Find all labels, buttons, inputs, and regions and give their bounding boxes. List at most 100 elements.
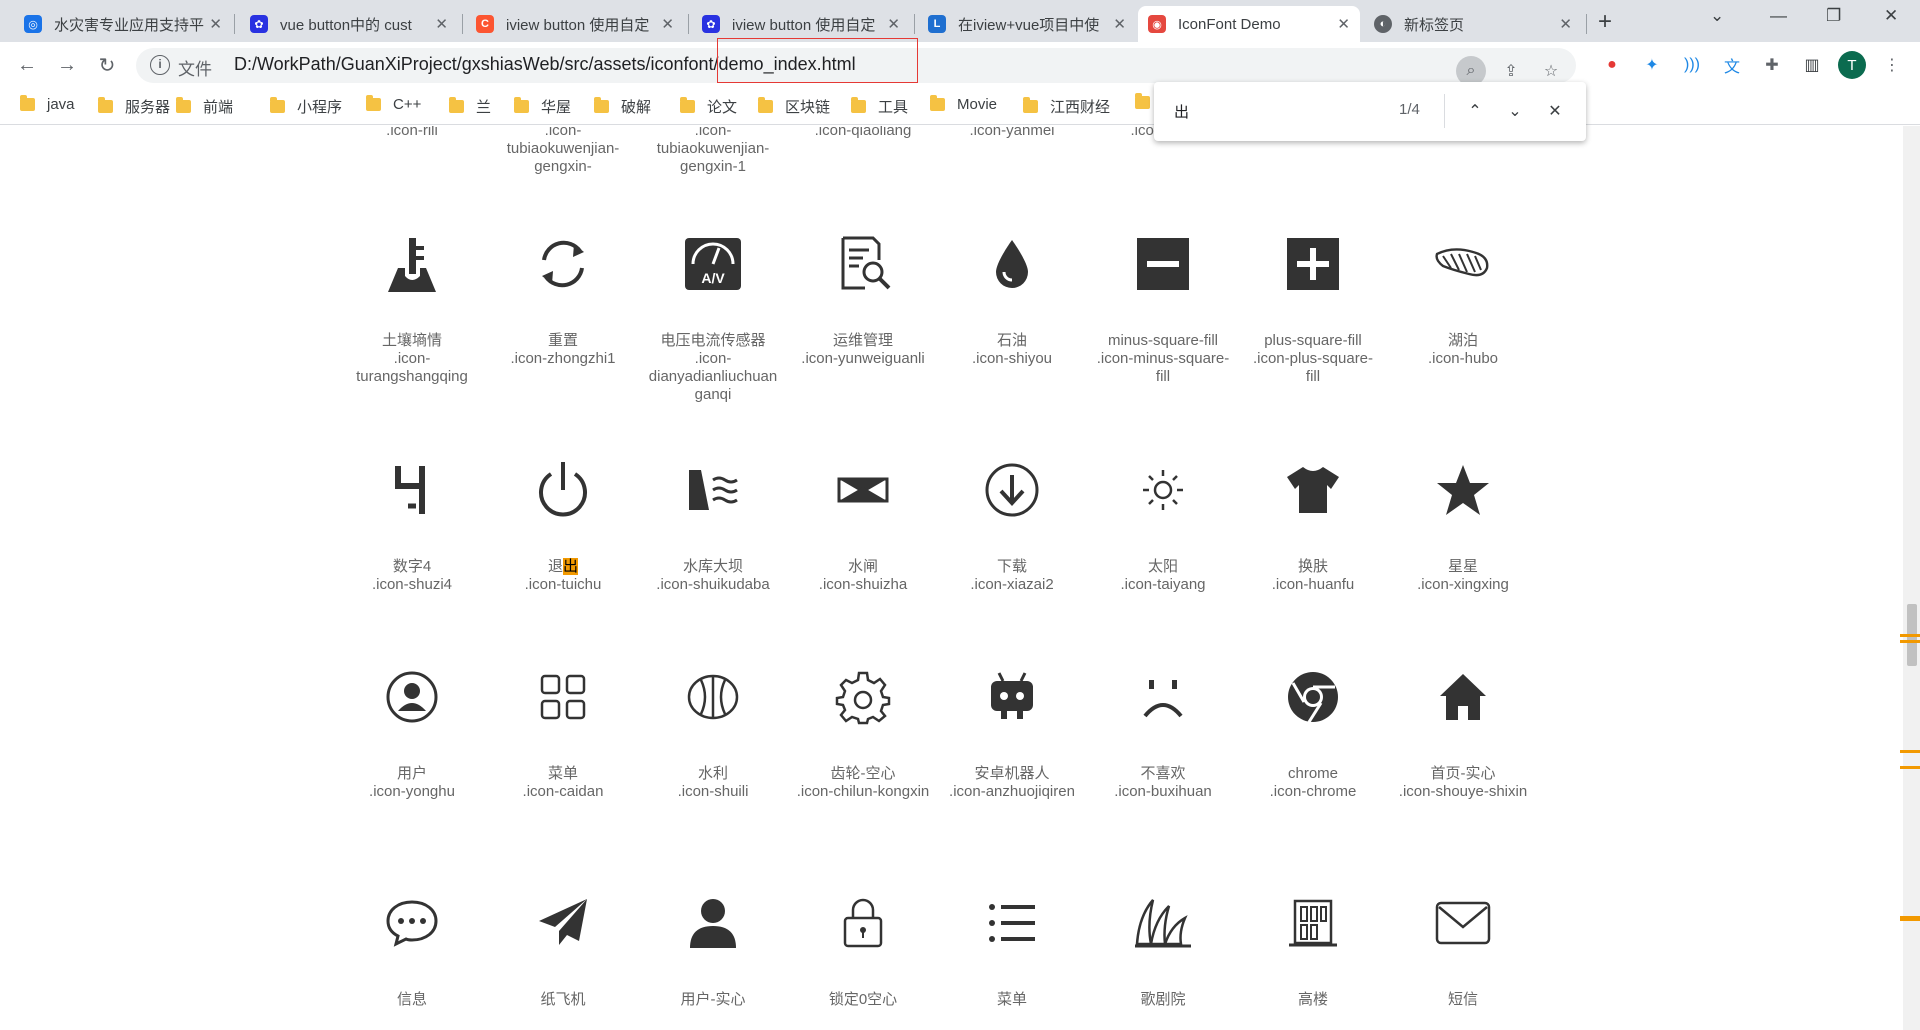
bookmark-folder[interactable]: 华屋 [514, 96, 571, 117]
minimize-icon[interactable]: — [1770, 6, 1787, 26]
ext-bird-icon[interactable]: ✦ [1640, 53, 1664, 77]
icon-class-name: .icon-tubiaokuwenjian-gengxin- [506, 126, 620, 175]
bookmarks-bar: java 服务器 前端 小程序 C++ 兰 华屋 破解 论文 区块链 工具 Movie 江西财经 [0, 89, 1920, 125]
folder-icon [680, 97, 695, 113]
bookmark-folder[interactable]: 前端 [176, 96, 233, 117]
close-icon[interactable]: ✕ [1337, 15, 1350, 33]
bookmark-folder[interactable]: 工具 [851, 96, 908, 117]
close-icon[interactable]: ✕ [209, 15, 222, 33]
icon-display-name: 纸飞机 [540, 991, 586, 1008]
close-icon[interactable]: ✕ [661, 15, 674, 33]
close-icon[interactable]: ✕ [887, 15, 900, 33]
extensions-puzzle-icon[interactable]: ✚ [1760, 53, 1784, 77]
icon-display-name: 歌剧院 [1140, 991, 1186, 1008]
info-icon[interactable]: i [150, 55, 170, 75]
more-menu-icon[interactable]: ⋮ [1880, 53, 1904, 77]
tab-iview-vue[interactable]: L 在iview+vue项目中使 ✕ [918, 6, 1136, 42]
hydro-icon: ◎ [24, 15, 42, 33]
bookmark-folder[interactable]: 江西财经 [1023, 96, 1110, 117]
icon-display-name: 信息 [396, 991, 427, 1008]
tab-vue-button[interactable]: ✿ vue button中的 cust ✕ [240, 6, 458, 42]
bookmark-folder[interactable]: Movie [930, 95, 998, 113]
icon-card: 歌剧院 [1088, 885, 1238, 1009]
icon-card: 用户 .icon-yonghu [337, 659, 487, 801]
bookmark-folder[interactable]: java [20, 95, 75, 113]
close-window-icon[interactable]: ✕ [1884, 6, 1898, 26]
icon-display-name: 安卓机器人 [974, 765, 1050, 782]
folder-icon [270, 97, 285, 113]
bookmark-label: 服务器 [125, 99, 171, 116]
bookmark-folder[interactable]: 论文 [680, 96, 737, 117]
icon-display-name: 用户-实心 [680, 991, 746, 1008]
file-scheme-label: 文件 [178, 60, 212, 79]
dam-icon [689, 470, 738, 510]
digit-four-icon [337, 452, 487, 528]
ext-audio-icon[interactable]: ))) [1680, 53, 1704, 77]
icon-card: .icon-yanmei [937, 126, 1087, 140]
icon-display-name: 用户 [396, 765, 427, 782]
icon-display-name: 数字4 [392, 558, 432, 575]
restore-icon[interactable]: ❐ [1826, 6, 1841, 26]
back-arrow-icon[interactable]: ← [12, 50, 42, 80]
find-match-marker [1900, 640, 1920, 643]
envelope-icon [1388, 885, 1538, 961]
icon-card: 安卓机器人 .icon-anzhuojiqiren [937, 659, 1087, 801]
icon-class-name: .icon-caidan [522, 783, 604, 800]
bookmark-folder[interactable]: 破解 [594, 96, 651, 117]
icon-card: 土壤墒情 .icon-turangshangqing [337, 226, 487, 386]
find-close-icon[interactable]: ✕ [1540, 96, 1570, 126]
icon-display-name: 退出 [547, 558, 579, 575]
forward-arrow-icon[interactable]: → [52, 50, 82, 80]
icon-card: 石油 .icon-shiyou [937, 226, 1087, 368]
icon-display-name: plus-square-fill [1264, 332, 1362, 349]
close-icon[interactable]: ✕ [435, 15, 448, 33]
icon-card: .icon-tubiaokuwenjian-gengxin- [488, 126, 638, 176]
new-tab-button[interactable]: + [1598, 8, 1612, 36]
side-panel-icon[interactable]: ▥ [1800, 53, 1824, 77]
oil-drop-icon [996, 240, 1028, 288]
profile-avatar[interactable]: T [1838, 51, 1866, 79]
icon-card: 不喜欢 .icon-buxihuan [1088, 659, 1238, 801]
icon-card: 纸飞机 [488, 885, 638, 1009]
ext-red-icon[interactable]: ● [1600, 53, 1624, 77]
icon-card: plus-square-fill .icon-plus-square-fill [1238, 226, 1388, 386]
icon-card: .icon-rili [337, 126, 487, 140]
page-scrollbar[interactable] [1900, 126, 1920, 1030]
tab-new[interactable]: ◐ 新标签页 ✕ [1364, 6, 1582, 42]
icon-card: 齿轮-空心 .icon-chilun-kongxin [788, 659, 938, 801]
water-conservancy-icon [687, 674, 739, 720]
folder-icon [1023, 97, 1038, 113]
bookmark-folder[interactable]: 区块链 [758, 96, 830, 117]
tab-search-chevron-icon[interactable]: ⌄ [1710, 6, 1724, 26]
icon-class-name: .icon-shuili [677, 783, 749, 800]
find-input[interactable]: 出 [1174, 101, 1189, 122]
close-icon[interactable]: ✕ [1559, 15, 1572, 33]
translate-icon[interactable]: 文 [1720, 53, 1744, 77]
bookmark-folder[interactable]: 兰 [449, 96, 491, 117]
close-icon[interactable]: ✕ [1113, 15, 1126, 33]
icon-grid: .icon-rili .icon-tubiaokuwenjian-gengxin-… [0, 126, 1903, 1030]
bookmark-folder[interactable]: 服务器 [98, 96, 170, 117]
find-next-chevron-down-icon[interactable]: ⌄ [1500, 96, 1530, 126]
icon-class-name: .icon-plus-square-fill [1252, 350, 1374, 385]
digit-four-icon [395, 466, 425, 514]
icon-class-name: .icon-shuizha [818, 576, 908, 593]
bookmark-folder[interactable]: 小程序 [270, 96, 342, 117]
find-previous-chevron-up-icon[interactable]: ⌃ [1460, 96, 1490, 126]
envelope-icon [1435, 901, 1491, 945]
robot-icon [991, 672, 1033, 719]
reload-icon[interactable]: ↻ [92, 50, 122, 80]
lock-outline-icon [788, 885, 938, 961]
icon-class-name: .icon-taiyang [1120, 576, 1206, 593]
tab-iview-baidu[interactable]: ✿ iview button 使用自定 ✕ [692, 6, 910, 42]
tab-iview-csdn[interactable]: C iview button 使用自定 ✕ [466, 6, 684, 42]
folder-icon [514, 97, 529, 113]
soil-moisture-icon [337, 226, 487, 302]
bookmark-label: Movie [957, 96, 998, 113]
bookmark-label: 工具 [878, 99, 909, 116]
bookmark-label: 华屋 [541, 99, 572, 116]
tab-hydro[interactable]: ◎ 水灾害专业应用支持平 ✕ [14, 6, 232, 42]
icon-class-name: .icon-zhongzhi1 [510, 350, 616, 367]
bookmark-folder[interactable]: C++ [366, 95, 421, 113]
tab-iconfont-demo[interactable]: ◉ IconFont Demo ✕ [1138, 6, 1360, 42]
